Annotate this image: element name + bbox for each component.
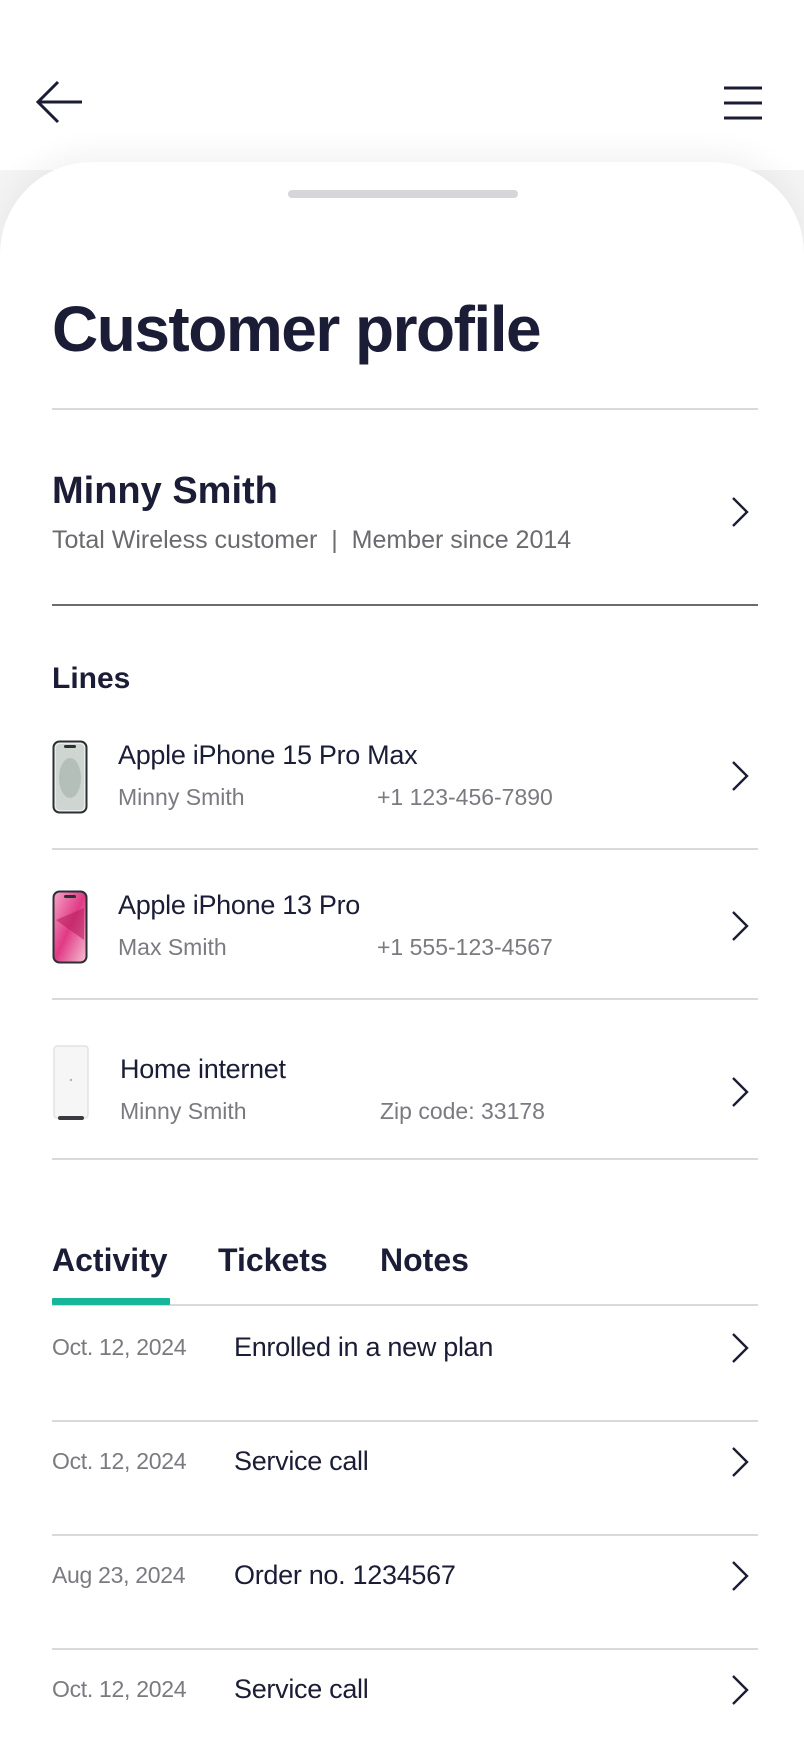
line-device-name: Home internet <box>120 1054 286 1084</box>
top-bar <box>0 0 804 170</box>
activity-row[interactable]: Aug 23, 2024 Order no. 1234567 <box>52 1534 758 1646</box>
hamburger-menu-icon[interactable] <box>722 84 764 122</box>
line-phone-number: +1 123-456-7890 <box>377 784 553 810</box>
tab-activity[interactable]: Activity <box>52 1242 168 1279</box>
page-title: Customer profile <box>52 293 542 365</box>
line-item[interactable]: Apple iPhone 15 Pro Max Minny Smith +1 1… <box>52 738 758 832</box>
activity-row[interactable]: Oct. 12, 2024 Service call <box>52 1420 758 1532</box>
line-zip-code: Zip code: 33178 <box>380 1098 545 1124</box>
divider <box>52 1158 758 1160</box>
sheet-grabber[interactable] <box>288 190 518 198</box>
chevron-right-icon[interactable] <box>730 1076 750 1108</box>
activity-tabs: Activity Tickets Notes <box>52 1242 758 1312</box>
customer-subtitle: Total Wireless customer | Member since 2… <box>52 526 572 554</box>
iphone-15-pro-max-icon <box>52 740 88 814</box>
active-tab-indicator <box>52 1298 170 1305</box>
divider <box>52 408 758 410</box>
chevron-right-icon[interactable] <box>730 1332 750 1364</box>
divider <box>52 848 758 850</box>
activity-date: Aug 23, 2024 <box>52 1562 186 1588</box>
activity-row[interactable]: Oct. 12, 2024 Service call <box>52 1648 758 1748</box>
activity-description: Service call <box>234 1674 369 1704</box>
customer-name: Minny Smith <box>52 470 278 512</box>
tab-tickets[interactable]: Tickets <box>218 1242 328 1279</box>
line-device-name: Apple iPhone 15 Pro Max <box>118 740 418 770</box>
line-item[interactable]: Home internet Minny Smith Zip code: 3317… <box>52 1042 758 1152</box>
home-internet-router-icon <box>53 1045 89 1120</box>
line-owner: Minny Smith <box>118 784 245 810</box>
chevron-right-icon[interactable] <box>730 1446 750 1478</box>
activity-date: Oct. 12, 2024 <box>52 1676 187 1702</box>
arrow-left-icon[interactable] <box>34 78 84 128</box>
activity-description: Order no. 1234567 <box>234 1560 456 1590</box>
line-phone-number: +1 555-123-4567 <box>377 934 553 960</box>
divider <box>52 998 758 1000</box>
activity-date: Oct. 12, 2024 <box>52 1448 187 1474</box>
activity-description: Enrolled in a new plan <box>234 1332 494 1362</box>
iphone-13-pro-icon <box>52 890 88 964</box>
line-item[interactable]: Apple iPhone 13 Pro Max Smith +1 555-123… <box>52 888 758 982</box>
activity-description: Service call <box>234 1446 369 1476</box>
activity-date: Oct. 12, 2024 <box>52 1334 187 1360</box>
lines-section-title: Lines <box>52 662 131 695</box>
line-owner: Max Smith <box>118 934 227 960</box>
chevron-right-icon[interactable] <box>730 1560 750 1592</box>
tab-notes[interactable]: Notes <box>380 1242 469 1279</box>
chevron-right-icon[interactable] <box>730 1674 750 1706</box>
chevron-right-icon[interactable] <box>730 760 750 792</box>
profile-sheet: Customer profile Minny Smith Total Wirel… <box>0 162 804 1748</box>
line-owner: Minny Smith <box>120 1098 247 1124</box>
chevron-right-icon[interactable] <box>730 910 750 942</box>
divider <box>52 604 758 606</box>
activity-row[interactable]: Oct. 12, 2024 Enrolled in a new plan <box>52 1306 758 1418</box>
chevron-right-icon[interactable] <box>730 496 750 528</box>
line-device-name: Apple iPhone 13 Pro <box>118 890 360 920</box>
